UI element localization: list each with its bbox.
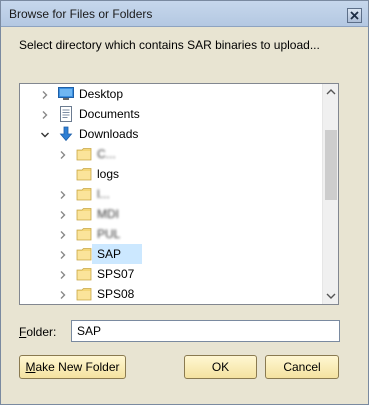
tree-item[interactable]: SAP xyxy=(20,244,320,264)
folder-tree[interactable]: Desktop Documents Downloads C... logs l... MDI… xyxy=(19,83,339,305)
tree-item[interactable]: MDI xyxy=(20,204,320,224)
cancel-button[interactable]: Cancel xyxy=(265,355,339,379)
chevron-down-icon[interactable] xyxy=(40,129,50,139)
tree-item-label: logs xyxy=(97,167,120,181)
title-bar[interactable]: Browse for Files or Folders xyxy=(1,1,368,27)
chevron-right-icon[interactable] xyxy=(40,109,50,119)
folder-icon xyxy=(76,246,92,262)
folder-icon xyxy=(76,206,92,222)
chevron-right-icon[interactable] xyxy=(58,149,68,159)
chevron-right-icon[interactable] xyxy=(58,189,68,199)
tree-item-label: SPS07 xyxy=(97,267,135,281)
tree-item-label: SAP xyxy=(97,247,122,261)
scrollbar-thumb[interactable] xyxy=(325,130,337,200)
tree-item[interactable]: l... xyxy=(20,184,320,204)
tree-item-label: MDI xyxy=(97,207,119,221)
close-button[interactable] xyxy=(347,8,362,23)
ok-button[interactable]: OK xyxy=(184,355,257,379)
tree-item[interactable]: logs xyxy=(20,164,320,184)
tree-item-label: Desktop xyxy=(79,87,124,101)
tree-item-label: Downloads xyxy=(79,127,139,141)
folder-icon xyxy=(76,146,92,162)
documents-icon xyxy=(58,106,74,122)
make-new-folder-button[interactable]: Make New Folder xyxy=(19,355,126,379)
folder-icon xyxy=(76,166,92,182)
instruction-text: Select directory which contains SAR bina… xyxy=(19,38,320,52)
tree-item[interactable]: SPS08 xyxy=(20,284,320,304)
folder-icon xyxy=(76,286,92,302)
tree-item-label: SPS08 xyxy=(97,287,135,301)
tree-item[interactable]: Desktop xyxy=(20,84,320,104)
new-folder-accel: M xyxy=(25,360,36,374)
tree-item-label: Documents xyxy=(79,107,140,121)
window-title: Browse for Files or Folders xyxy=(9,7,153,21)
chevron-right-icon[interactable] xyxy=(58,249,68,259)
downloads-icon xyxy=(58,126,74,142)
folder-icon xyxy=(76,186,92,202)
chevron-right-icon[interactable] xyxy=(58,229,68,239)
tree-item-label: C... xyxy=(97,147,116,161)
new-folder-rest: ake New Folder xyxy=(35,360,120,374)
desktop-icon xyxy=(58,86,74,102)
close-icon xyxy=(350,11,359,20)
chevron-right-icon[interactable] xyxy=(40,89,50,99)
scroll-up-icon[interactable] xyxy=(323,84,339,101)
folder-icon xyxy=(76,226,92,242)
chevron-right-icon[interactable] xyxy=(58,289,68,299)
chevron-right-icon[interactable] xyxy=(58,209,68,219)
tree-item[interactable]: SPS07 xyxy=(20,264,320,284)
tree-item-label: PUL xyxy=(97,227,121,241)
folder-icon xyxy=(76,266,92,282)
tree-item[interactable]: C... xyxy=(20,144,320,164)
folder-label: Folder: xyxy=(19,325,56,339)
vertical-scrollbar[interactable] xyxy=(322,84,339,304)
folder-input[interactable] xyxy=(71,320,340,342)
browse-dialog: Browse for Files or Folders Select direc… xyxy=(0,0,369,405)
tree-item[interactable]: Downloads xyxy=(20,124,320,144)
scroll-down-icon[interactable] xyxy=(323,287,339,304)
tree-item-label: l... xyxy=(97,187,110,201)
chevron-right-icon[interactable] xyxy=(58,269,68,279)
folder-label-rest: older: xyxy=(26,325,57,339)
tree-item[interactable]: PUL xyxy=(20,224,320,244)
tree-item[interactable]: Documents xyxy=(20,104,320,124)
